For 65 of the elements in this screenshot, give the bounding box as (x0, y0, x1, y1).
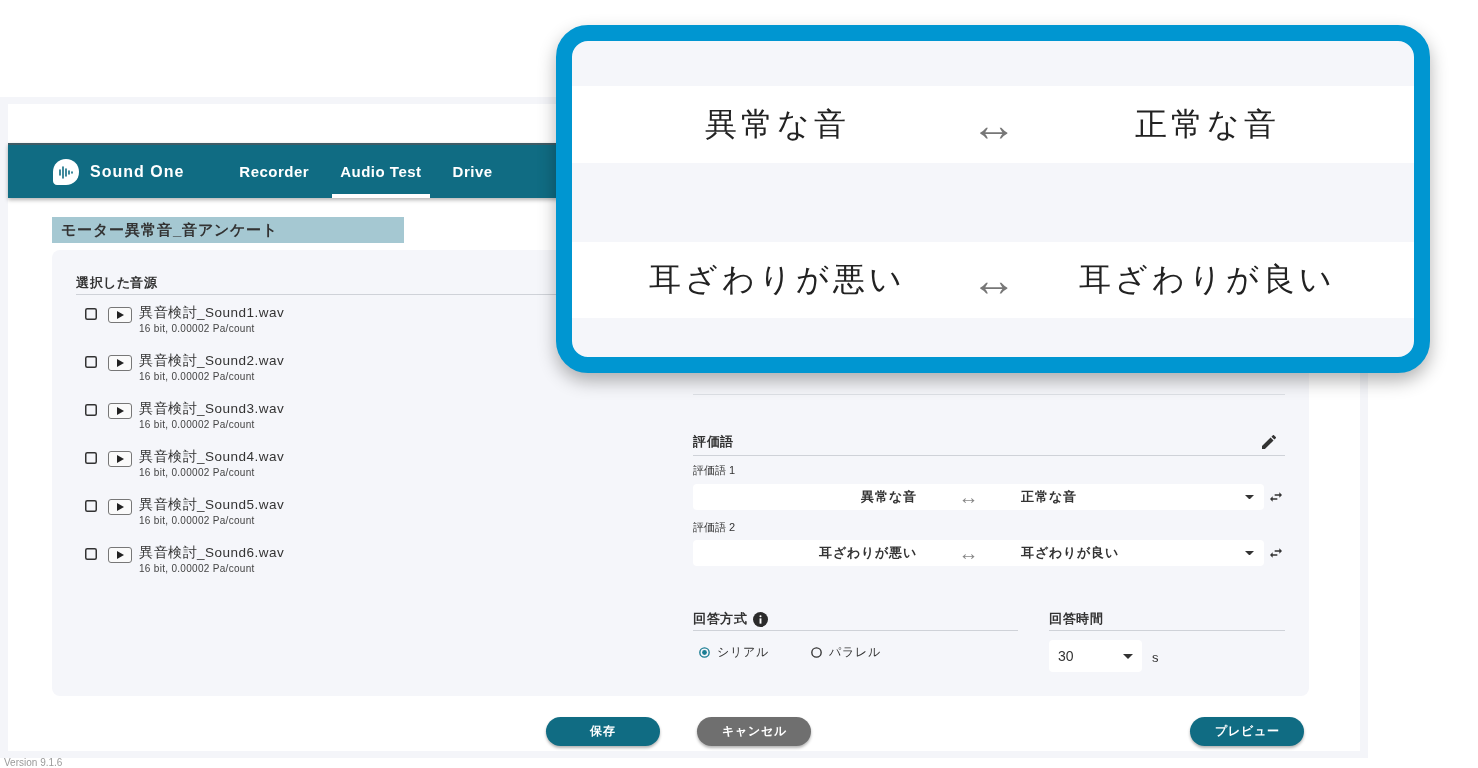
info-icon[interactable] (753, 611, 768, 627)
pencil-icon[interactable] (1262, 435, 1276, 449)
play-button[interactable] (108, 403, 132, 419)
action-button[interactable]: キャンセル (697, 717, 811, 746)
term-text: 耳ざわりが悪い (648, 260, 906, 299)
preview-button[interactable]: プレビュー (1190, 717, 1304, 746)
file-detail: 16 bit, 0.00002 Pa/count (139, 371, 255, 383)
checkbox[interactable] (85, 356, 97, 368)
play-button[interactable] (108, 355, 132, 371)
swap-icon[interactable] (1270, 491, 1282, 503)
play-icon (116, 551, 124, 559)
section-heading: 評価語 (693, 433, 734, 451)
play-button[interactable] (108, 499, 132, 515)
nav-tab[interactable]: Drive (444, 145, 501, 198)
play-button[interactable] (108, 307, 132, 323)
play-icon (116, 359, 124, 367)
checkbox[interactable] (85, 452, 97, 464)
section-heading: 回答時間 (1049, 610, 1103, 628)
file-detail: 16 bit, 0.00002 Pa/count (139, 323, 255, 335)
select-field[interactable]: 30 (1049, 640, 1142, 672)
app-name: Sound One (90, 162, 185, 181)
file-name: 異音検討_Sound3.wav (139, 402, 285, 416)
select-field[interactable]: 異常な音 ↔ 正常な音 (693, 484, 1264, 510)
select-field[interactable]: 耳ざわりが悪い ↔ 耳ざわりが良い (693, 540, 1264, 566)
field-label: 評価語 1 (693, 463, 736, 477)
play-icon (116, 503, 124, 511)
radio-option[interactable]: シリアル (699, 644, 811, 661)
play-icon (116, 407, 124, 415)
radio-option[interactable]: パラレル (811, 644, 923, 661)
file-detail: 16 bit, 0.00002 Pa/count (139, 563, 255, 575)
term-text: 異常な音 (704, 104, 850, 144)
caret-icon (1123, 653, 1133, 659)
file-name: 異音検討_Sound5.wav (139, 498, 285, 512)
version-text: Version 9.1.6 (4, 758, 63, 768)
section-heading: 回答方式 (693, 610, 747, 628)
field-label: 評価語 2 (693, 520, 736, 534)
file-name: 異音検討_Sound2.wav (139, 354, 285, 368)
logo-icon (52, 157, 80, 186)
nav-tab[interactable]: Recorder (231, 145, 318, 198)
term-text: 耳ざわりが良い (1078, 260, 1336, 299)
file-detail: 16 bit, 0.00002 Pa/count (139, 419, 255, 431)
file-name: 異音検討_Sound1.wav (139, 306, 285, 320)
file-detail: 16 bit, 0.00002 Pa/count (139, 515, 255, 527)
file-detail: 16 bit, 0.00002 Pa/count (139, 467, 255, 479)
play-button[interactable] (108, 547, 132, 563)
play-button[interactable] (108, 451, 132, 467)
caret-icon (1245, 550, 1254, 556)
file-name: 異音検討_Sound4.wav (139, 450, 285, 464)
page-title: モーター異常音_音アンケート (52, 217, 404, 243)
swap-icon[interactable] (1270, 547, 1282, 559)
action-button[interactable]: 保存 (546, 717, 660, 746)
arrow-symbol: ↔ (971, 257, 1017, 303)
caret-icon (1245, 494, 1254, 500)
term-text: 正常な音 (1134, 104, 1280, 144)
checkbox[interactable] (85, 404, 97, 416)
nav-tab[interactable]: Audio Test (332, 145, 430, 198)
play-icon (116, 311, 124, 319)
play-icon (116, 455, 124, 463)
unit-text: s (1152, 650, 1159, 665)
checkbox[interactable] (85, 308, 97, 320)
checkbox[interactable] (85, 500, 97, 512)
arrow-symbol: ↔ (971, 101, 1017, 148)
section-heading: 選択した音源 (76, 274, 157, 292)
file-name: 異音検討_Sound6.wav (139, 546, 285, 560)
checkbox[interactable] (85, 548, 97, 560)
